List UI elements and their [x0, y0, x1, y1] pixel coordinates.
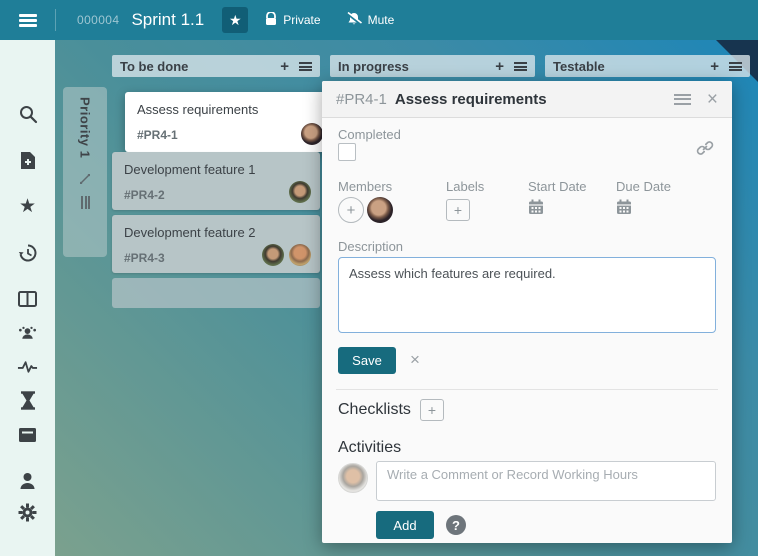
- card-development-feature-1[interactable]: Development feature 1 #PR4-2: [112, 152, 320, 210]
- mute-label: Mute: [368, 13, 395, 27]
- modal-card-title: Assess requirements: [395, 91, 666, 108]
- current-user-avatar: [338, 463, 368, 493]
- due-date-label: Due Date: [616, 179, 671, 194]
- favorites-star-icon[interactable]: ★: [17, 196, 38, 217]
- column-header-inprogress: In progress +: [330, 55, 535, 77]
- add-document-icon[interactable]: [17, 150, 38, 171]
- start-date-calendar-icon[interactable]: [528, 199, 544, 220]
- completed-label: Completed: [338, 127, 401, 142]
- card-title: Development feature 2: [124, 225, 310, 240]
- comment-input[interactable]: [376, 461, 716, 501]
- column-menu-icon[interactable]: [514, 62, 527, 71]
- profile-icon[interactable]: [17, 470, 38, 491]
- checklists-label: Checklists: [338, 401, 411, 419]
- start-date-label: Start Date: [528, 179, 587, 194]
- column-menu-icon[interactable]: [299, 62, 312, 71]
- top-bar: 000004 Sprint 1.1 ★ Private Mute: [0, 0, 758, 40]
- mute-toggle[interactable]: Mute: [346, 12, 395, 29]
- save-button[interactable]: Save: [338, 347, 396, 374]
- card-development-feature-2[interactable]: Development feature 2 #PR4-3: [112, 215, 320, 273]
- section-divider: [336, 389, 718, 390]
- favorite-star-button[interactable]: ★: [222, 7, 248, 33]
- description-textarea[interactable]: Assess which features are required.: [338, 257, 716, 333]
- card-title: Development feature 1: [124, 162, 310, 177]
- privacy-toggle[interactable]: Private: [265, 12, 320, 29]
- card-ref: #PR4-1: [137, 128, 322, 142]
- add-checklist-button[interactable]: +: [420, 399, 444, 421]
- kanban-board-icon[interactable]: [17, 288, 38, 309]
- swimlane-priority-1[interactable]: Priority 1: [63, 87, 107, 257]
- column-title: Testable: [553, 59, 710, 74]
- topbar-divider: [55, 9, 56, 31]
- add-card-icon[interactable]: +: [495, 59, 504, 74]
- members-label: Members: [338, 179, 392, 194]
- column-header-todo: To be done +: [112, 55, 320, 77]
- modal-card-ref: #PR4-1: [336, 91, 387, 108]
- labels-label: Labels: [446, 179, 484, 194]
- project-id: 000004: [77, 13, 119, 27]
- add-label-button[interactable]: +: [446, 199, 470, 221]
- cancel-edit-icon[interactable]: ×: [410, 351, 420, 368]
- lock-icon: [265, 12, 277, 29]
- card-title: Assess requirements: [137, 102, 322, 117]
- mute-bell-icon: [346, 12, 362, 29]
- help-icon[interactable]: ?: [446, 515, 466, 535]
- description-label: Description: [338, 239, 403, 254]
- column-title: In progress: [338, 59, 495, 74]
- timeline-hourglass-icon[interactable]: [17, 390, 38, 411]
- swimlane-label: Priority 1: [78, 97, 93, 158]
- member-avatar[interactable]: [367, 197, 393, 223]
- column-title: To be done: [120, 59, 280, 74]
- copy-link-icon[interactable]: [696, 139, 714, 162]
- settings-gear-icon[interactable]: [17, 502, 38, 523]
- assignee-avatar[interactable]: [301, 123, 323, 145]
- completed-checkbox[interactable]: [338, 143, 356, 161]
- empty-card-slot[interactable]: [112, 278, 320, 308]
- modal-header: #PR4-1 Assess requirements ×: [322, 81, 732, 118]
- archive-icon[interactable]: [17, 424, 38, 445]
- column-menu-icon[interactable]: [729, 62, 742, 71]
- history-icon[interactable]: [17, 242, 38, 263]
- modal-close-icon[interactable]: ×: [707, 90, 718, 109]
- card-ref: #PR4-2: [124, 188, 310, 202]
- add-member-button[interactable]: +: [338, 197, 364, 223]
- modal-menu-icon[interactable]: [674, 94, 691, 105]
- due-date-calendar-icon[interactable]: [616, 199, 632, 220]
- activities-label: Activities: [338, 439, 401, 457]
- activity-pulse-icon[interactable]: [17, 356, 38, 377]
- hamburger-menu-icon[interactable]: [19, 14, 37, 27]
- assignee-avatar[interactable]: [289, 244, 311, 266]
- sprint-title: Sprint 1.1: [131, 10, 204, 30]
- add-card-icon[interactable]: +: [710, 59, 719, 74]
- add-comment-button[interactable]: Add: [376, 511, 434, 539]
- add-card-icon[interactable]: +: [280, 59, 289, 74]
- collapse-swimlane-icon[interactable]: [79, 172, 91, 190]
- team-icon[interactable]: [17, 322, 38, 343]
- search-icon[interactable]: [17, 103, 38, 124]
- left-sidebar: ★: [0, 40, 55, 556]
- swimlane-drag-handle-icon[interactable]: [81, 196, 90, 209]
- card-assess-requirements[interactable]: Assess requirements #PR4-1: [125, 92, 332, 152]
- assignee-avatar[interactable]: [289, 181, 311, 203]
- card-detail-modal: #PR4-1 Assess requirements × Completed M…: [322, 81, 732, 543]
- checklists-section: Checklists +: [338, 399, 444, 421]
- privacy-label: Private: [283, 13, 320, 27]
- activities-section: Activities: [338, 439, 401, 457]
- column-header-testable: Testable +: [545, 55, 750, 77]
- assignee-avatar[interactable]: [262, 244, 284, 266]
